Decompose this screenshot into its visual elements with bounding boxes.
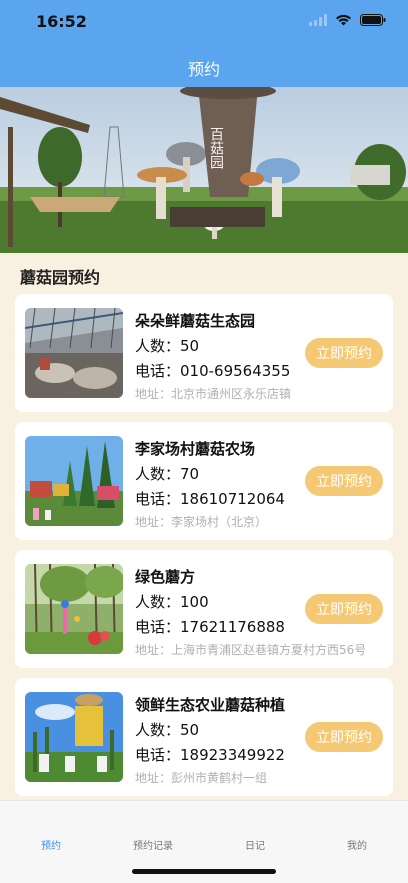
farm-card[interactable]: 朵朵鲜蘑菇生态园 人数：50 电话：010-69564355 地址：北京市通州区… [15, 294, 393, 412]
farm-phone: 电话：010-69564355 [135, 362, 291, 380]
reserve-button[interactable]: 立即预约 [305, 722, 383, 752]
farm-capacity: 人数：100 [135, 593, 209, 611]
farm-thumbnail [25, 436, 123, 526]
farm-name: 领鲜生态农业蘑菇种植 [135, 696, 286, 714]
reserve-button[interactable]: 立即预约 [305, 338, 383, 368]
top-header: 16:52 预约 [0, 0, 408, 87]
tab-reserve[interactable]: 预约 [0, 837, 102, 852]
farm-thumbnail [25, 308, 123, 398]
farm-address: 地址：上海市青浦区赵巷镇方夏村方西56号 [135, 643, 367, 657]
battery-icon [360, 14, 386, 26]
farm-name: 绿色蘑方 [135, 568, 196, 586]
farm-capacity: 人数：70 [135, 465, 200, 483]
section-title: 蘑菇园预约 [20, 268, 101, 287]
farm-capacity: 人数：50 [135, 721, 200, 739]
home-indicator [132, 869, 276, 874]
farm-phone: 电话：18923349922 [135, 746, 285, 764]
reserve-button[interactable]: 立即预约 [305, 466, 383, 496]
farm-card[interactable]: 绿色蘑方 人数：100 电话：17621176888 地址：上海市青浦区赵巷镇方… [15, 550, 393, 668]
farm-capacity: 人数：50 [135, 337, 200, 355]
signal-icon [309, 14, 327, 26]
banner-sign-text: 百菇园 [208, 127, 224, 169]
page-title: 预约 [187, 60, 220, 79]
tab-diary[interactable]: 日记 [204, 837, 306, 852]
farm-address: 地址：彭州市黄鹤村一组 [135, 771, 268, 785]
banner-image: 百菇园 [0, 87, 408, 253]
farm-thumbnail [25, 692, 123, 782]
farm-thumbnail [25, 564, 123, 654]
reserve-button[interactable]: 立即预约 [305, 594, 383, 624]
farm-name: 朵朵鲜蘑菇生态园 [135, 312, 256, 330]
farm-phone: 电话：17621176888 [135, 618, 285, 636]
farm-card[interactable]: 李家场村蘑菇农场 人数：70 电话：18610712064 地址：李家场村（北京… [15, 422, 393, 540]
farm-name: 李家场村蘑菇农场 [135, 440, 256, 458]
farm-address: 地址：北京市通州区永乐店镇 [135, 387, 292, 401]
status-time: 16:52 [36, 12, 87, 31]
status-icons [309, 14, 386, 26]
status-bar: 16:52 [0, 0, 408, 44]
farm-address: 地址：李家场村（北京） [135, 515, 268, 529]
tab-me[interactable]: 我的 [306, 837, 408, 852]
farm-card[interactable]: 领鲜生态农业蘑菇种植 人数：50 电话：18923349922 地址：彭州市黄鹤… [15, 678, 393, 796]
wifi-icon [336, 14, 351, 26]
farm-phone: 电话：18610712064 [135, 490, 285, 508]
tab-reserve-records[interactable]: 预约记录 [102, 837, 204, 852]
